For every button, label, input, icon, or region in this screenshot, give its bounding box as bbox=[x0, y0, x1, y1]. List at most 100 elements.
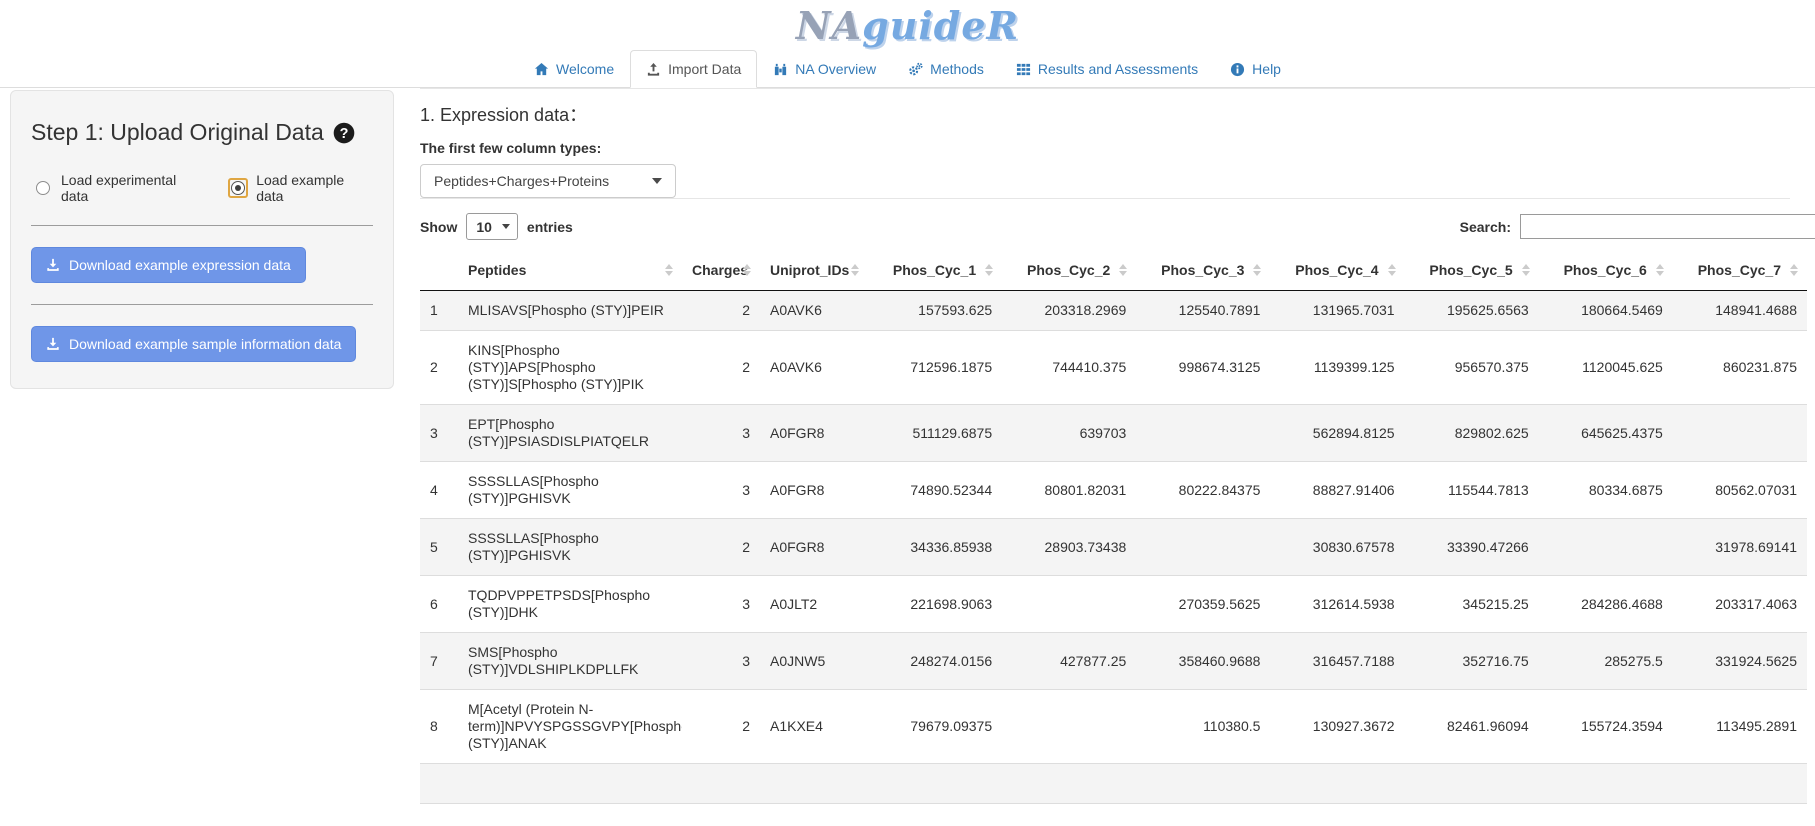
cell-empty bbox=[1539, 764, 1673, 804]
cell-phos-cyc-2: 28903.73438 bbox=[1002, 519, 1136, 576]
cell-phos-cyc-5: 345215.25 bbox=[1405, 576, 1539, 633]
table-search-control: Search: bbox=[1460, 214, 1815, 239]
svg-text:?: ? bbox=[339, 125, 348, 141]
tab-welcome[interactable]: Welcome bbox=[518, 50, 630, 88]
radio-load-example-data[interactable]: Load example data bbox=[228, 172, 371, 204]
cell-phos-cyc-1: 221698.9063 bbox=[868, 576, 1002, 633]
column-header-uniprot_ids[interactable]: Uniprot_IDs bbox=[760, 250, 868, 291]
tab-label: Welcome bbox=[556, 61, 614, 77]
data-source-radio-group: Load experimental data Load example data bbox=[33, 172, 371, 204]
column-header-phos_cyc_1[interactable]: Phos_Cyc_1 bbox=[868, 250, 1002, 291]
cell-phos-cyc-2 bbox=[1002, 576, 1136, 633]
entries-label: entries bbox=[527, 219, 573, 235]
tab-methods[interactable]: Methods bbox=[892, 50, 1000, 88]
cell-row-number: 6 bbox=[420, 576, 458, 633]
cell-peptide: SSSSLLAS[Phospho (STY)]PGHISVK bbox=[458, 519, 682, 576]
cell-phos-cyc-5: 82461.96094 bbox=[1405, 690, 1539, 764]
cell-phos-cyc-6: 284286.4688 bbox=[1539, 576, 1673, 633]
cell-phos-cyc-6: 285275.5 bbox=[1539, 633, 1673, 690]
cell-empty bbox=[868, 764, 1002, 804]
cell-charge: 2 bbox=[682, 519, 760, 576]
cell-phos-cyc-1: 712596.1875 bbox=[868, 331, 1002, 405]
cell-uniprot-id: A0AVK6 bbox=[760, 331, 868, 405]
cell-phos-cyc-1: 248274.0156 bbox=[868, 633, 1002, 690]
column-header-phos_cyc_7[interactable]: Phos_Cyc_7 bbox=[1673, 250, 1807, 291]
download-sample-information-button[interactable]: Download example sample information data bbox=[31, 326, 356, 362]
question-circle-icon[interactable]: ? bbox=[333, 122, 355, 144]
search-input[interactable] bbox=[1520, 214, 1815, 239]
column-header-peptides[interactable]: Peptides bbox=[458, 250, 682, 291]
column-header-rownum bbox=[420, 250, 458, 291]
cell-row-number: 3 bbox=[420, 405, 458, 462]
cell-phos-cyc-1: 34336.85938 bbox=[868, 519, 1002, 576]
column-header-phos_cyc_3[interactable]: Phos_Cyc_3 bbox=[1136, 250, 1270, 291]
cell-phos-cyc-4: 30830.67578 bbox=[1270, 519, 1404, 576]
page-length-select[interactable]: 10 bbox=[466, 213, 518, 240]
cell-charge: 2 bbox=[682, 331, 760, 405]
cell-row-number: 5 bbox=[420, 519, 458, 576]
cell-phos-cyc-7: 331924.5625 bbox=[1673, 633, 1807, 690]
chevron-down-icon bbox=[502, 224, 510, 229]
radio-label: Load experimental data bbox=[61, 172, 202, 204]
column-header-charges[interactable]: Charges bbox=[682, 250, 760, 291]
sort-arrows-icon bbox=[1656, 264, 1664, 276]
page-length-control: Show 10 entries bbox=[420, 213, 573, 240]
sort-arrows-icon bbox=[1253, 264, 1261, 276]
column-header-label: Phos_Cyc_3 bbox=[1161, 262, 1244, 278]
cell-phos-cyc-6: 645625.4375 bbox=[1539, 405, 1673, 462]
cell-empty bbox=[1405, 764, 1539, 804]
app-logo: NAguideR bbox=[796, 3, 1019, 48]
download-expression-data-button[interactable]: Download example expression data bbox=[31, 247, 306, 283]
table-icon bbox=[1016, 62, 1031, 77]
divider bbox=[420, 88, 1790, 89]
panel-title: Step 1: Upload Original Data ? bbox=[31, 119, 373, 146]
radio-load-experimental-data[interactable]: Load experimental data bbox=[33, 172, 202, 204]
column-header-phos_cyc_5[interactable]: Phos_Cyc_5 bbox=[1405, 250, 1539, 291]
cell-charge: 3 bbox=[682, 633, 760, 690]
radio-circle-icon bbox=[231, 181, 245, 195]
cell-phos-cyc-7: 148941.4688 bbox=[1673, 291, 1807, 331]
cell-phos-cyc-4: 316457.7188 bbox=[1270, 633, 1404, 690]
cell-uniprot-id: A0JLT2 bbox=[760, 576, 868, 633]
app-header: NAguideR bbox=[0, 0, 1815, 50]
cell-peptide: EPT[Phospho (STY)]PSIASDISLPIATQELR bbox=[458, 405, 682, 462]
cell-phos-cyc-5: 956570.375 bbox=[1405, 331, 1539, 405]
import-data-panel: 1. Expression data： The first few column… bbox=[420, 88, 1815, 804]
cell-empty bbox=[458, 764, 682, 804]
tab-results-assessments[interactable]: Results and Assessments bbox=[1000, 50, 1214, 88]
column-header-label: Phos_Cyc_7 bbox=[1698, 262, 1781, 278]
cell-empty bbox=[420, 764, 458, 804]
sort-arrows-icon bbox=[1388, 264, 1396, 276]
download-icon bbox=[46, 337, 60, 351]
radio-ring bbox=[33, 178, 53, 198]
home-icon bbox=[534, 62, 549, 77]
cell-phos-cyc-5: 195625.6563 bbox=[1405, 291, 1539, 331]
column-header-phos_cyc_6[interactable]: Phos_Cyc_6 bbox=[1539, 250, 1673, 291]
column-types-selected-value: Peptides+Charges+Proteins bbox=[434, 173, 609, 189]
cell-uniprot-id: A1KXE4 bbox=[760, 690, 868, 764]
cell-phos-cyc-1: 74890.52344 bbox=[868, 462, 1002, 519]
sort-arrows-icon bbox=[1790, 264, 1798, 276]
table-row: 6TQDPVPPETPSDS[Phospho (STY)]DHK3A0JLT22… bbox=[420, 576, 1807, 633]
tab-help[interactable]: Help bbox=[1214, 50, 1297, 88]
cell-phos-cyc-2: 80801.82031 bbox=[1002, 462, 1136, 519]
tab-label: Methods bbox=[930, 61, 984, 77]
gears-icon bbox=[908, 62, 923, 77]
cell-phos-cyc-7: 31978.69141 bbox=[1673, 519, 1807, 576]
column-types-select[interactable]: Peptides+Charges+Proteins bbox=[420, 164, 676, 198]
cell-empty bbox=[1002, 764, 1136, 804]
binoculars-icon bbox=[773, 62, 788, 77]
cell-phos-cyc-6: 80334.6875 bbox=[1539, 462, 1673, 519]
sort-arrows-icon bbox=[1522, 264, 1530, 276]
tab-na-overview[interactable]: NA Overview bbox=[757, 50, 892, 88]
column-header-phos_cyc_2[interactable]: Phos_Cyc_2 bbox=[1002, 250, 1136, 291]
cell-phos-cyc-5: 115544.7813 bbox=[1405, 462, 1539, 519]
cell-phos-cyc-2: 744410.375 bbox=[1002, 331, 1136, 405]
column-header-label: Peptides bbox=[468, 262, 526, 278]
tab-import-data[interactable]: Import Data bbox=[630, 50, 757, 88]
cell-phos-cyc-2: 639703 bbox=[1002, 405, 1136, 462]
table-row: 7SMS[Phospho (STY)]VDLSHIPLKDPLLFK3A0JNW… bbox=[420, 633, 1807, 690]
column-header-phos_cyc_4[interactable]: Phos_Cyc_4 bbox=[1270, 250, 1404, 291]
column-header-label: Phos_Cyc_1 bbox=[893, 262, 976, 278]
column-types-label: The first few column types: bbox=[420, 140, 1815, 156]
